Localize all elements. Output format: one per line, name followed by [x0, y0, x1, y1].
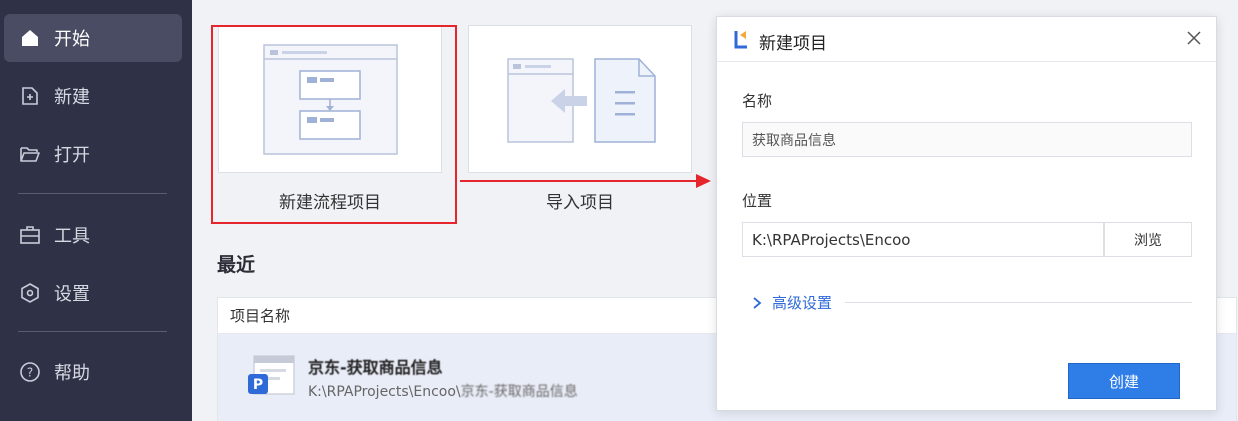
project-file-icon: P	[248, 355, 295, 395]
location-input[interactable]: K:\RPAProjects\Encoo	[742, 222, 1104, 257]
close-icon[interactable]	[1186, 30, 1202, 46]
import-project-card[interactable]	[468, 25, 692, 173]
annotation-arrow-icon	[460, 174, 711, 188]
new-file-icon	[18, 84, 42, 108]
settings-icon	[18, 281, 42, 305]
sidebar-item-label: 工具	[54, 226, 90, 247]
highlight-annotation-box	[211, 25, 457, 224]
sidebar-item-open[interactable]: 打开	[4, 130, 182, 178]
create-button[interactable]: 创建	[1068, 363, 1180, 399]
toolbox-icon	[18, 223, 42, 247]
sidebar-item-label: 设置	[54, 284, 90, 305]
dialog-title: 新建项目	[759, 34, 827, 54]
sidebar-item-label: 打开	[54, 145, 90, 166]
sidebar-item-new[interactable]: 新建	[4, 72, 182, 120]
import-project-label: 导入项目	[546, 193, 614, 213]
sidebar: 开始 新建 打开 工具 设置 ? 帮助	[0, 0, 192, 421]
project-badge: P	[253, 377, 263, 393]
advanced-settings-toggle[interactable]: 高级设置	[750, 292, 832, 313]
sidebar-item-settings[interactable]: 设置	[4, 269, 182, 317]
name-input[interactable]: 获取商品信息	[742, 122, 1192, 157]
sidebar-item-label: 帮助	[54, 363, 90, 384]
home-icon	[18, 26, 42, 50]
sidebar-divider	[18, 331, 167, 332]
new-project-dialog: 新建项目 名称 获取商品信息 位置 K:\RPAProjects\Encoo 浏…	[716, 16, 1217, 411]
sidebar-item-label: 开始	[54, 29, 90, 50]
path-prefix: K:\RPAProjects\Encoo\	[308, 384, 461, 400]
dialog-header: 新建项目	[717, 17, 1216, 62]
sidebar-item-label: 新建	[54, 87, 90, 108]
help-icon: ?	[18, 360, 42, 384]
sidebar-item-start[interactable]: 开始	[4, 14, 182, 62]
recent-project-title: 京东-获取商品信息	[308, 358, 443, 377]
import-document-icon	[507, 58, 656, 143]
sidebar-item-help[interactable]: ? 帮助	[4, 348, 182, 396]
sidebar-item-tools[interactable]: 工具	[4, 211, 182, 259]
location-label: 位置	[742, 192, 773, 210]
advanced-settings-label: 高级设置	[772, 294, 833, 312]
browse-button[interactable]: 浏览	[1104, 222, 1192, 257]
advanced-divider	[845, 302, 1192, 303]
name-label: 名称	[742, 92, 773, 110]
chevron-right-icon	[753, 296, 762, 309]
sidebar-divider	[18, 193, 167, 194]
recent-project-path: K:\RPAProjects\Encoo\京东-获取商品信息	[308, 381, 578, 401]
svg-text:?: ?	[27, 366, 33, 380]
folder-open-icon	[18, 142, 42, 166]
app-logo-icon	[734, 31, 747, 49]
recent-section-title: 最近	[217, 254, 256, 276]
path-suffix: 京东-获取商品信息	[460, 384, 578, 400]
